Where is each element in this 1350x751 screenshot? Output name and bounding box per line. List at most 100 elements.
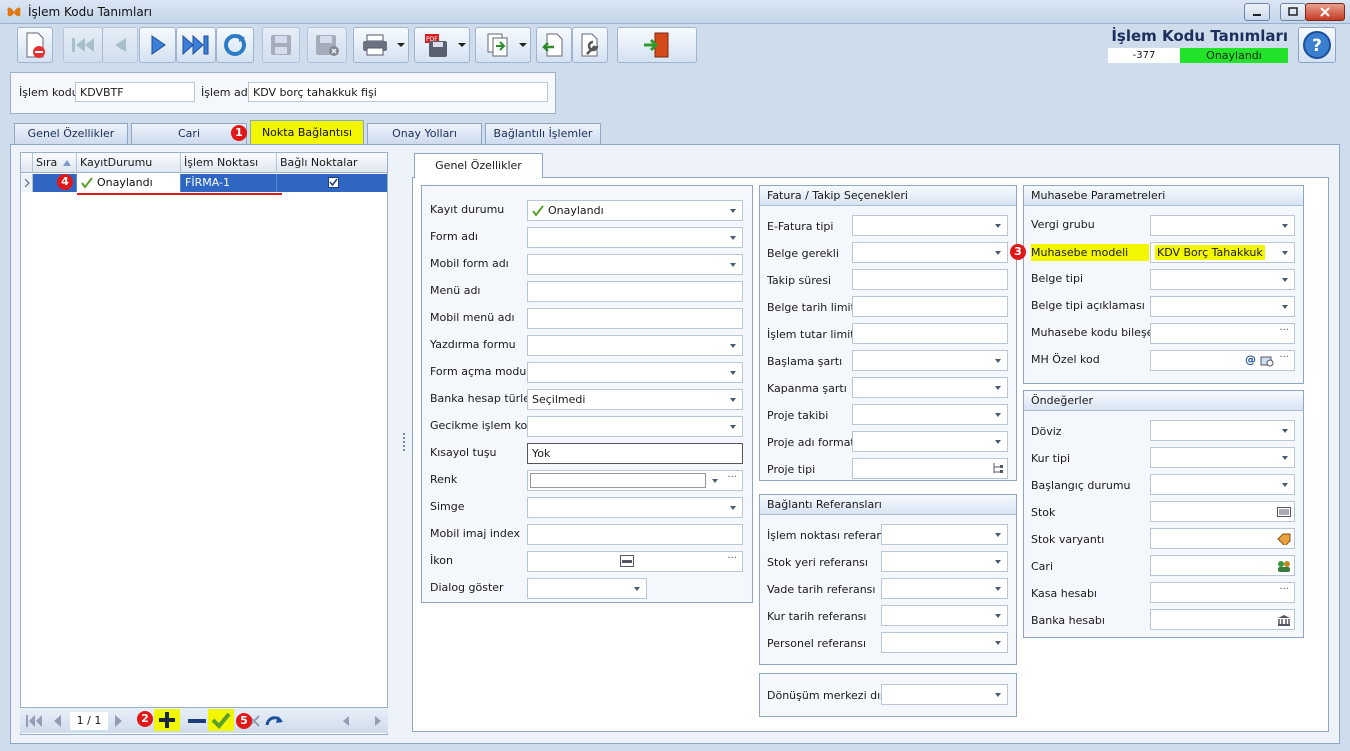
cell-bagli-noktalar[interactable] — [277, 174, 387, 192]
cell-kayit-durumu[interactable]: Onaylandı — [77, 174, 181, 192]
tab-genel-ozellikler[interactable]: Genel Özellikler — [14, 123, 128, 144]
field-gecikme-işlem-kodu[interactable] — [527, 416, 743, 437]
col-kayit-durumu[interactable]: KayıtDurumu — [77, 153, 181, 173]
chevron-down-icon[interactable] — [995, 386, 1001, 390]
chevron-down-icon[interactable] — [995, 614, 1001, 618]
at-icon[interactable]: @ — [1245, 353, 1256, 366]
islem-kodu-input[interactable]: KDVBTF — [75, 82, 195, 102]
field-mobil-menü-adı[interactable] — [527, 308, 743, 329]
exit-button[interactable] — [617, 27, 697, 63]
field-simge[interactable] — [527, 497, 743, 518]
chevron-down-icon[interactable] — [995, 641, 1001, 645]
undo-icon[interactable] — [264, 713, 284, 729]
field-döviz[interactable] — [1150, 420, 1295, 441]
scroll-right-icon[interactable] — [374, 716, 382, 726]
users-icon[interactable] — [1277, 560, 1291, 572]
field-kısayol-tuşu[interactable]: Yok — [527, 443, 743, 464]
field-form-adı[interactable] — [527, 227, 743, 248]
nav-next-icon[interactable] — [114, 714, 124, 728]
checkbox-checked-icon[interactable] — [328, 177, 339, 188]
barcode-icon[interactable] — [1277, 506, 1291, 518]
ellipsis-icon[interactable]: ··· — [727, 472, 737, 483]
col-sira[interactable]: Sıra — [33, 153, 77, 173]
print-button[interactable] — [353, 27, 409, 63]
ellipsis-icon[interactable]: ··· — [727, 553, 737, 564]
minimize-button[interactable] — [1244, 3, 1270, 21]
chevron-down-icon[interactable] — [730, 425, 736, 429]
prev-record-button[interactable] — [102, 27, 138, 63]
col-bagli-noktalar[interactable]: Bağlı Noktalar — [277, 153, 387, 173]
field-mobil-form-adı[interactable] — [527, 254, 743, 275]
field-banka-hesap-türleri[interactable]: Seçilmedi — [527, 389, 743, 410]
view-icon[interactable] — [1260, 355, 1274, 367]
next-record-button[interactable] — [139, 27, 176, 63]
chevron-down-icon[interactable] — [1282, 456, 1288, 460]
field-e-fatura-tipi[interactable] — [852, 215, 1008, 236]
add-row-button[interactable] — [154, 709, 180, 731]
chevron-down-icon[interactable] — [995, 440, 1001, 444]
tab-bagli-islemler[interactable]: Bağlantılı İşlemler — [485, 123, 601, 144]
chevron-down-icon[interactable] — [995, 587, 1001, 591]
field-vergi-grubu[interactable] — [1150, 215, 1295, 236]
field-proje-tipi[interactable] — [852, 458, 1008, 479]
last-record-button[interactable] — [176, 27, 216, 63]
bank-icon[interactable] — [1277, 614, 1291, 626]
chevron-down-icon[interactable] — [995, 533, 1001, 537]
splitter-handle[interactable] — [403, 433, 405, 451]
chevron-down-icon[interactable] — [730, 398, 736, 402]
first-record-button[interactable] — [63, 27, 103, 63]
tab-onay-yollari[interactable]: Onay Yolları — [367, 123, 482, 144]
field-stok[interactable] — [1150, 501, 1295, 522]
refresh-button[interactable] — [216, 27, 254, 63]
field-kayıt-durumu[interactable]: Onaylandı — [527, 200, 743, 221]
field-muhasebe-kodu-bileşeni[interactable]: ··· — [1150, 323, 1295, 344]
chevron-down-icon[interactable] — [712, 479, 718, 483]
chevron-down-icon[interactable] — [1282, 305, 1288, 309]
maximize-button[interactable] — [1280, 3, 1306, 21]
field-belge-gerekli[interactable] — [852, 242, 1008, 263]
chevron-down-icon[interactable] — [730, 209, 736, 213]
tag-icon[interactable] — [1277, 533, 1291, 545]
chevron-down-icon[interactable] — [634, 587, 640, 591]
field-i-şlem-tutar-limiti[interactable] — [852, 323, 1008, 344]
chevron-down-icon[interactable] — [730, 263, 736, 267]
field-vade-tarih-referansı[interactable] — [881, 578, 1008, 599]
chevron-down-icon[interactable] — [1282, 429, 1288, 433]
chevron-down-icon[interactable] — [995, 224, 1001, 228]
remove-row-icon[interactable] — [188, 718, 206, 724]
field-belge-tipi-açıklaması[interactable] — [1150, 296, 1295, 317]
table-row[interactable]: Onaylandı FİRMA-1 — [21, 174, 387, 192]
field-stok-varyantı[interactable] — [1150, 528, 1295, 549]
chevron-down-icon[interactable] — [995, 413, 1001, 417]
field-proje-takibi[interactable] — [852, 404, 1008, 425]
save-button[interactable] — [262, 27, 300, 63]
cell-islem-noktasi[interactable]: FİRMA-1 — [181, 174, 277, 192]
field-belge-tarih-limiti[interactable] — [852, 296, 1008, 317]
nav-first-icon[interactable] — [26, 714, 42, 728]
tree-icon[interactable] — [992, 462, 1004, 474]
field-stok-yeri-referansı[interactable] — [881, 551, 1008, 572]
field-form-açma-modu[interactable] — [527, 362, 743, 383]
field-cari[interactable] — [1150, 555, 1295, 576]
chevron-down-icon[interactable] — [730, 371, 736, 375]
help-button[interactable]: ? — [1298, 27, 1336, 63]
field-başlama-şartı[interactable] — [852, 350, 1008, 371]
field-renk[interactable]: ··· — [527, 470, 743, 491]
field-proje-adı-formatı[interactable] — [852, 431, 1008, 452]
chevron-down-icon[interactable] — [730, 344, 736, 348]
chevron-down-icon[interactable] — [1282, 483, 1288, 487]
chevron-down-icon[interactable] — [995, 251, 1001, 255]
field-mobil-imaj-index[interactable] — [527, 524, 743, 545]
field-yazdırma-formu[interactable] — [527, 335, 743, 356]
scroll-left-icon[interactable] — [342, 716, 350, 726]
chevron-down-icon[interactable] — [730, 236, 736, 240]
field-i-şlem-noktası-referansı[interactable] — [881, 524, 1008, 545]
chevron-down-icon[interactable] — [995, 359, 1001, 363]
save-cancel-button[interactable] — [307, 27, 347, 63]
field-banka-hesabı[interactable] — [1150, 609, 1295, 630]
tab-nokta-baglantisi[interactable]: Nokta Bağlantısı — [250, 120, 364, 145]
tab-cari[interactable]: Cari — [131, 123, 247, 144]
tab-inner-genel-ozellikler[interactable]: Genel Özellikler — [414, 153, 543, 178]
donusum-combo[interactable] — [881, 684, 1008, 705]
field-başlangıç-durumu[interactable] — [1150, 474, 1295, 495]
